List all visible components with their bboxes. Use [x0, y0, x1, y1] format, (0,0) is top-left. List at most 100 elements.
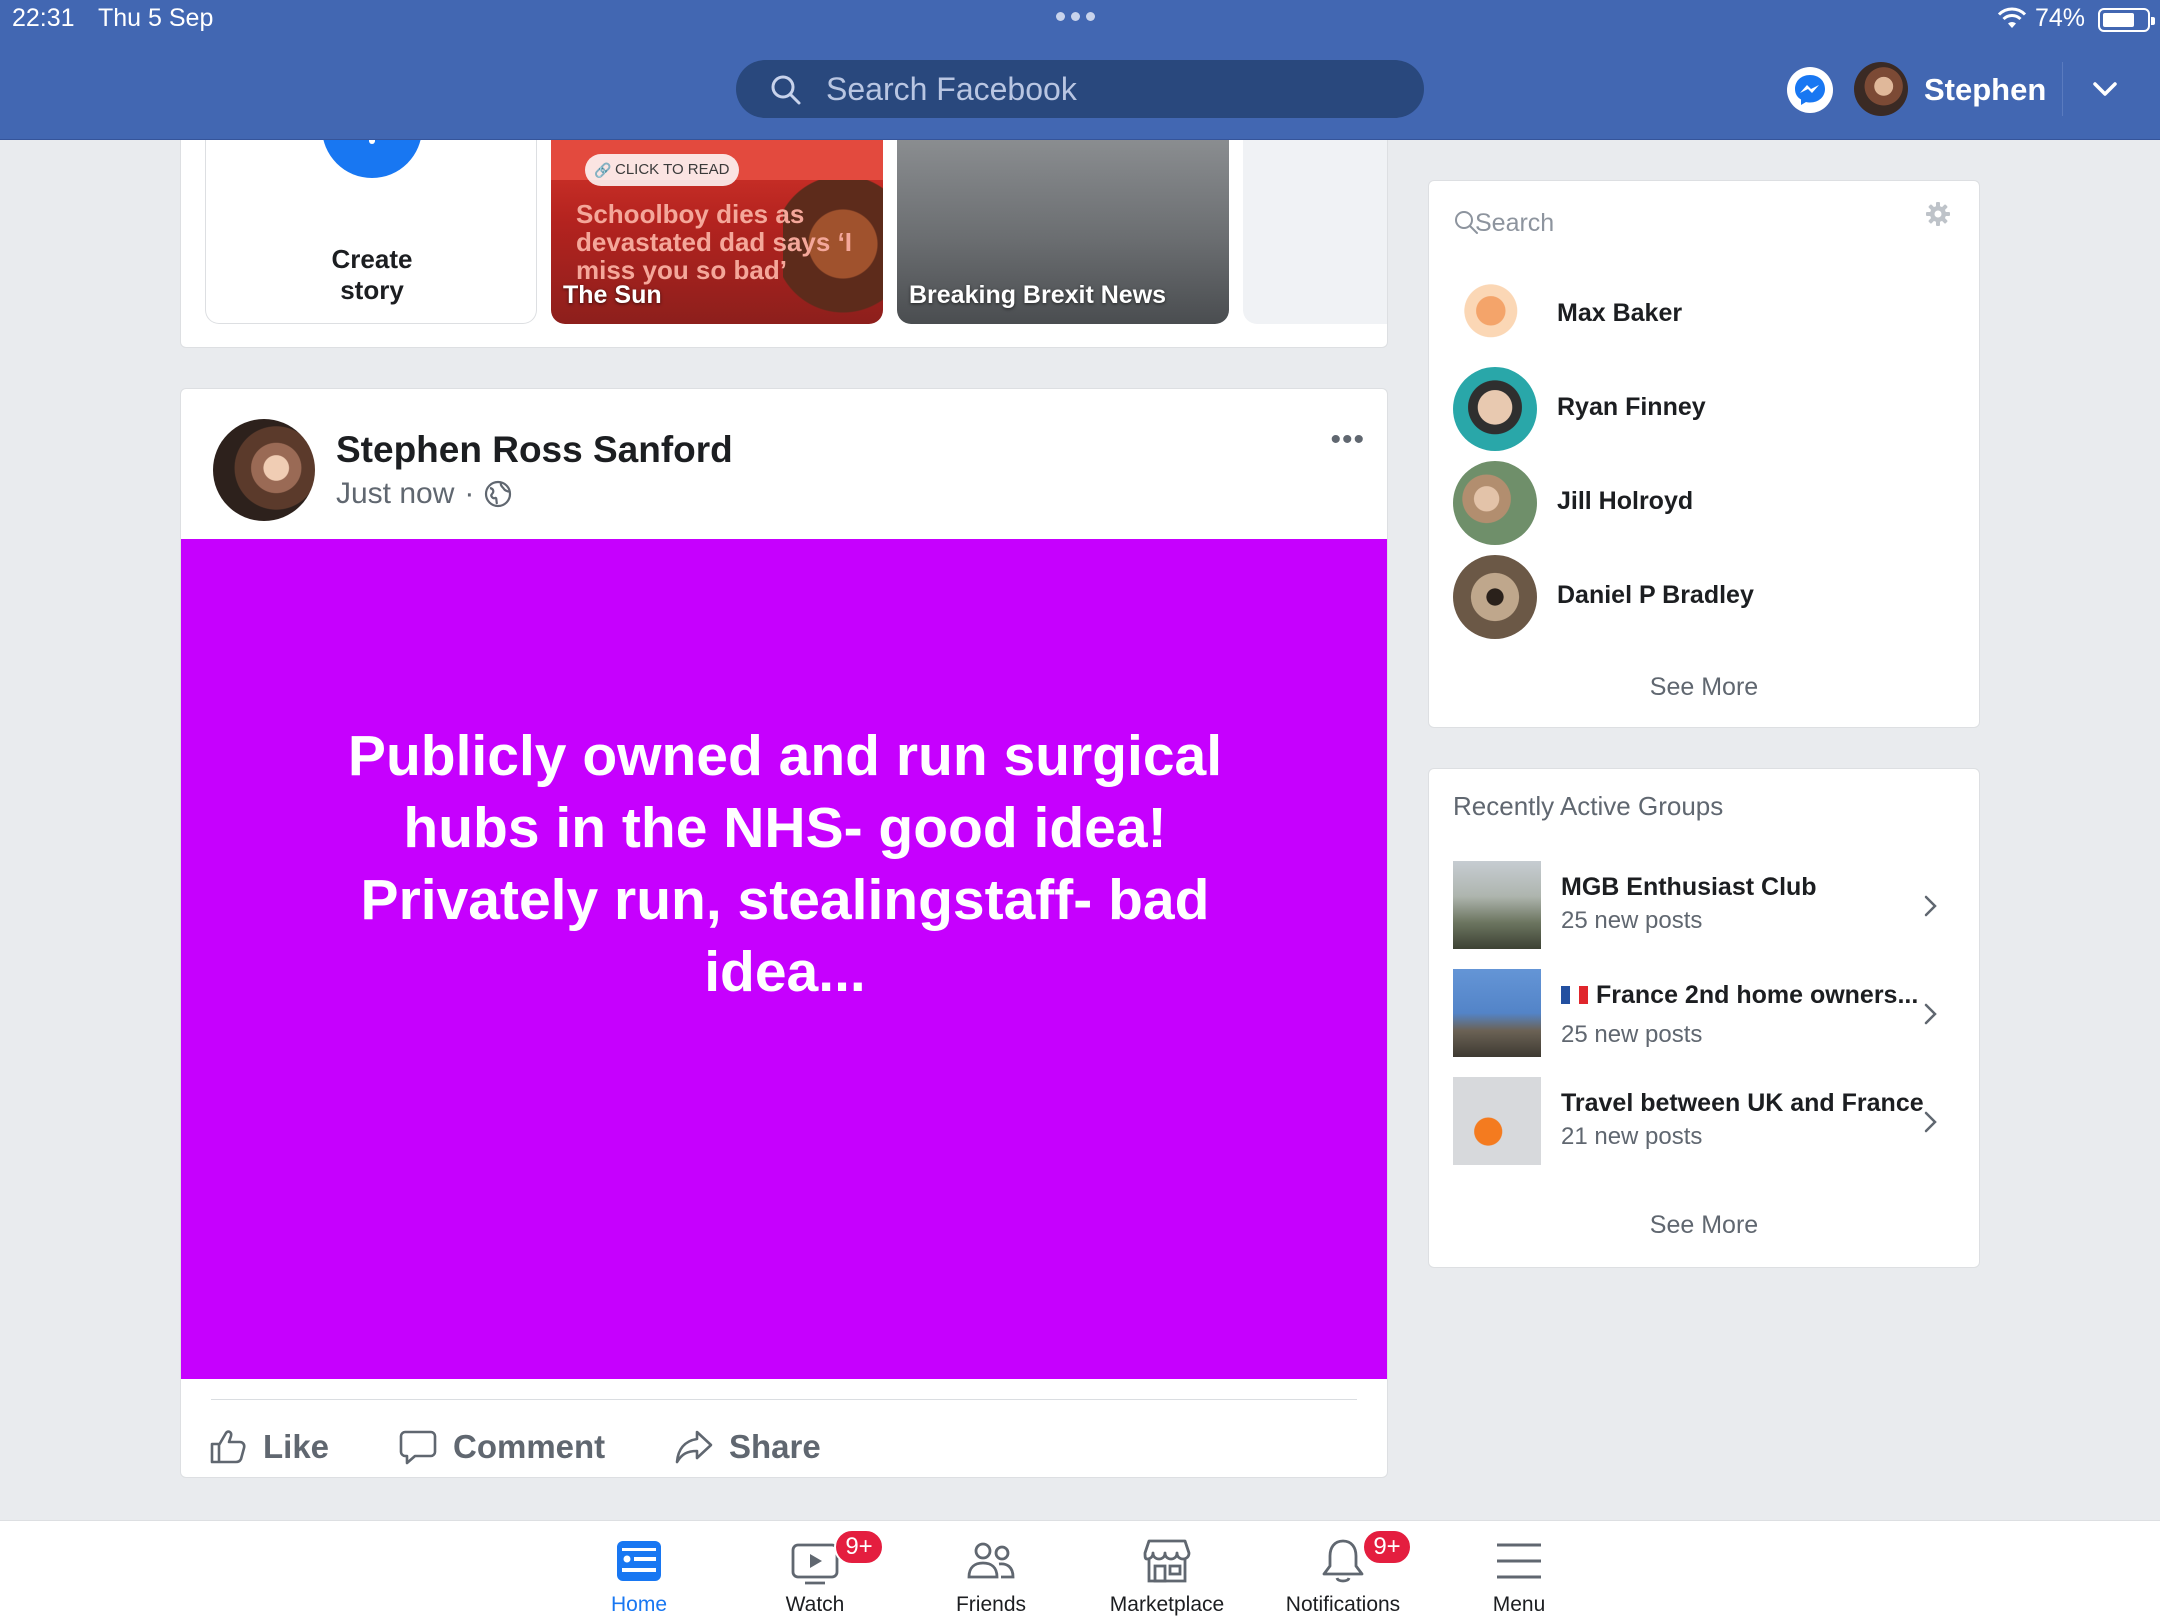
plus-icon	[322, 140, 422, 178]
post-options-button[interactable]: •••	[1330, 423, 1365, 457]
group-post-count: 25 new posts	[1561, 907, 1703, 934]
stories-tray: Create story CLICK TO READ Schoolboy die…	[180, 140, 1388, 348]
comment-button[interactable]: Comment	[397, 1419, 605, 1475]
messenger-icon[interactable]	[1786, 66, 1834, 114]
profile-name[interactable]: Stephen	[1924, 72, 2046, 108]
see-more-groups-link[interactable]: See More	[1429, 1211, 1979, 1240]
group-thumbnail	[1453, 969, 1541, 1057]
group-row[interactable]: Travel between UK and France 21 new post…	[1453, 1077, 1957, 1167]
avatar[interactable]	[1854, 62, 1908, 116]
contact-row[interactable]: Jill Holroyd	[1453, 461, 1957, 545]
post-author[interactable]: Stephen Ross Sanford	[336, 429, 733, 471]
tab-marketplace[interactable]: Marketplace	[1082, 1535, 1252, 1620]
top-bar: 22:31 Thu 5 Sep 74% Stephen	[0, 0, 2160, 140]
group-name: MGB Enthusiast Club	[1561, 873, 1817, 901]
groups-title: Recently Active Groups	[1453, 791, 1724, 821]
contact-name: Jill Holroyd	[1557, 487, 1694, 515]
recent-groups-panel: Recently Active Groups MGB Enthusiast Cl…	[1428, 768, 1980, 1268]
story-next-partial[interactable]	[1243, 140, 1387, 324]
wifi-icon	[1997, 7, 2027, 28]
tab-label: Home	[610, 1593, 668, 1616]
contact-row[interactable]: Max Baker	[1453, 273, 1957, 357]
tab-label: Notifications	[1285, 1593, 1401, 1616]
group-thumbnail	[1453, 861, 1541, 949]
group-name: France 2nd home owners...	[1596, 981, 1919, 1009]
story-breaking-brexit-news[interactable]: Breaking Brexit News	[897, 140, 1229, 324]
france-flag-icon	[1561, 986, 1588, 1004]
share-icon	[675, 1430, 713, 1464]
comment-icon	[399, 1430, 437, 1465]
group-row[interactable]: MGB Enthusiast Club 25 new posts	[1453, 861, 1957, 951]
contact-avatar	[1453, 555, 1537, 639]
click-to-read-badge: CLICK TO READ	[585, 154, 740, 186]
battery-icon	[2098, 8, 2155, 32]
author-avatar[interactable]	[213, 419, 315, 521]
group-post-count: 21 new posts	[1561, 1123, 1703, 1150]
chevron-right-icon	[1924, 1003, 1937, 1025]
multitasking-dots-icon[interactable]	[1056, 12, 1095, 21]
group-name: Travel between UK and France	[1561, 1089, 1924, 1117]
contact-name: Max Baker	[1557, 299, 1683, 327]
post-text-background: Publicly owned and run surgical hubs in …	[181, 539, 1387, 1379]
friends-icon	[967, 1542, 1015, 1579]
battery-percent: 74%	[2035, 4, 2086, 32]
see-more-contacts-link[interactable]: See More	[1429, 673, 1979, 702]
gear-icon[interactable]	[1925, 201, 1951, 227]
marketplace-icon	[1143, 1539, 1191, 1583]
group-thumbnail	[1453, 1077, 1541, 1165]
contact-avatar	[1453, 273, 1537, 357]
create-story-button[interactable]: Create story	[205, 140, 537, 324]
comment-label: Comment	[453, 1428, 606, 1465]
like-button[interactable]: Like	[207, 1419, 329, 1475]
home-icon	[617, 1541, 661, 1581]
chevron-right-icon	[1924, 1111, 1937, 1133]
tab-label: Menu	[1492, 1593, 1546, 1616]
story-the-sun[interactable]: CLICK TO READ Schoolboy dies as devastat…	[551, 140, 883, 324]
watch-icon	[791, 1543, 839, 1585]
tab-label: Friends	[955, 1593, 1027, 1616]
post-card: Stephen Ross Sanford Just now · ••• Publ…	[180, 388, 1388, 1478]
tab-notifications[interactable]: 9+ Notifications	[1258, 1529, 1428, 1620]
contact-avatar	[1453, 367, 1537, 451]
story-source-label: The Sun	[563, 281, 662, 309]
globe-icon[interactable]	[484, 480, 512, 508]
contacts-search-input[interactable]	[1475, 203, 1895, 243]
search-icon	[771, 75, 801, 105]
search-input[interactable]	[826, 68, 1386, 110]
post-timestamp[interactable]: Just now	[336, 477, 454, 511]
post-meta: Just now ·	[336, 477, 512, 511]
chevron-right-icon	[1924, 895, 1937, 917]
contact-name: Daniel P Bradley	[1557, 581, 1754, 609]
thumbs-up-icon	[210, 1430, 246, 1464]
contacts-search[interactable]	[1453, 201, 1957, 245]
meta-separator: ·	[464, 477, 475, 510]
divider	[2062, 62, 2063, 116]
search-bar[interactable]	[736, 60, 1424, 118]
tab-home[interactable]: Home	[554, 1535, 724, 1620]
tab-label: Marketplace	[1109, 1593, 1225, 1616]
chevron-down-icon[interactable]	[2088, 72, 2122, 106]
post-text: Publicly owned and run surgical hubs in …	[347, 724, 1223, 1004]
group-name-wrapper: France 2nd home owners...	[1561, 981, 1918, 1010]
contact-name: Ryan Finney	[1557, 393, 1706, 421]
tab-watch[interactable]: 9+ Watch	[730, 1529, 900, 1620]
story-headline: Schoolboy dies as devastated dad says ‘I…	[576, 199, 853, 285]
tab-friends[interactable]: Friends	[906, 1535, 1076, 1620]
contact-avatar	[1453, 461, 1537, 545]
create-story-label: Create story	[331, 244, 413, 305]
contact-row[interactable]: Daniel P Bradley	[1453, 555, 1957, 639]
tab-label: Watch	[785, 1593, 845, 1616]
status-time: 22:31	[12, 4, 75, 32]
bottom-tab-bar: Home 9+ Watch Friends Marketplace 9+ Not…	[0, 1520, 2160, 1620]
tab-menu[interactable]: Menu	[1434, 1535, 1604, 1620]
notifications-badge: 9+	[1362, 1529, 1412, 1565]
like-label: Like	[263, 1428, 330, 1465]
share-label: Share	[729, 1428, 821, 1465]
menu-icon	[1497, 1543, 1541, 1579]
share-button[interactable]: Share	[673, 1419, 821, 1475]
divider	[211, 1399, 1357, 1400]
story-source-label: Breaking Brexit News	[909, 281, 1167, 309]
contact-row[interactable]: Ryan Finney	[1453, 367, 1957, 451]
status-date: Thu 5 Sep	[98, 4, 214, 32]
group-row[interactable]: France 2nd home owners... 25 new posts	[1453, 969, 1957, 1059]
